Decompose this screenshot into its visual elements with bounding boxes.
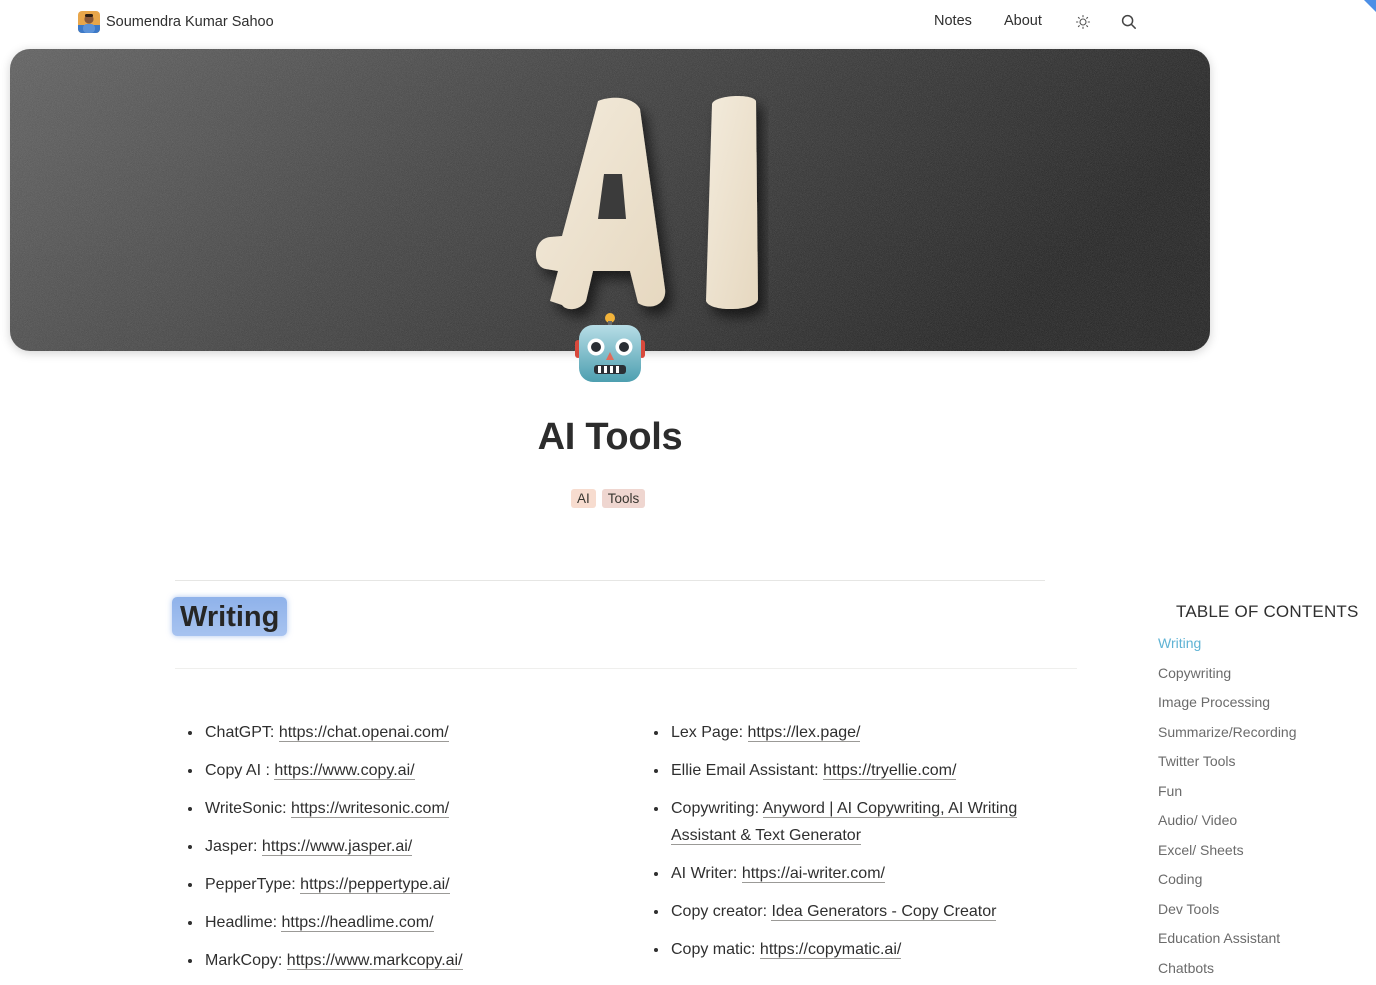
tag-list: AI Tools [571,489,645,508]
list-item: Lex Page: https://lex.page/ [669,719,1069,746]
search-icon[interactable] [1120,13,1138,31]
list-item: AI Writer: https://ai-writer.com/ [669,860,1069,887]
item-link[interactable]: https://copymatic.ai/ [760,941,901,959]
toc-item-copywriting[interactable]: Copywriting [1158,661,1297,691]
list-item: Copy AI : https://www.copy.ai/ [203,757,643,784]
nav-about-link[interactable]: About [1004,13,1042,29]
divider [175,580,1045,581]
item-link[interactable]: https://www.markcopy.ai/ [287,952,463,970]
list-item: PepperType: https://peppertype.ai/ [203,871,643,898]
item-link[interactable]: https://www.copy.ai/ [274,762,414,780]
item-label: Copy AI : [205,762,274,779]
list-item: MarkCopy: https://www.markcopy.ai/ [203,947,643,974]
toc-item-writing[interactable]: Writing [1158,631,1297,661]
item-label: Headlime: [205,914,281,931]
robot-face-icon[interactable] [574,310,646,386]
toc-item-excel-sheets[interactable]: Excel/ Sheets [1158,838,1297,868]
divider [175,668,1077,669]
sun-theme-toggle-icon[interactable] [1074,13,1092,31]
site-brand-link[interactable]: Soumendra Kumar Sahoo [78,11,274,33]
item-label: ChatGPT: [205,724,279,741]
toc-item-twitter-tools[interactable]: Twitter Tools [1158,749,1297,779]
site-name: Soumendra Kumar Sahoo [106,14,274,30]
item-label: Ellie Email Assistant: [671,762,823,779]
toc-item-fun[interactable]: Fun [1158,779,1297,809]
list-item: Jasper: https://www.jasper.ai/ [203,833,643,860]
item-label: Copy creator: [671,903,771,920]
toc-item-image-processing[interactable]: Image Processing [1158,690,1297,720]
list-item: Ellie Email Assistant: https://tryellie.… [669,757,1069,784]
list-item: Headlime: https://headlime.com/ [203,909,643,936]
item-link[interactable]: https://www.jasper.ai/ [262,838,412,856]
item-link[interactable]: Idea Generators - Copy Creator [771,903,996,921]
item-link[interactable]: https://chat.openai.com/ [279,724,449,742]
toc-item-summarize-recording[interactable]: Summarize/Recording [1158,720,1297,750]
item-label: Lex Page: [671,724,748,741]
item-link[interactable]: https://ai-writer.com/ [742,865,885,883]
toc-title: TABLE OF CONTENTS [1176,602,1359,622]
toc-item-coding[interactable]: Coding [1158,867,1297,897]
cover-image [10,49,1210,351]
toc-item-education-assistant[interactable]: Education Assistant [1158,926,1297,956]
list-item: Copywriting: Anyword | AI Copywriting, A… [669,795,1069,849]
nav-notes-link[interactable]: Notes [934,13,972,29]
item-link[interactable]: https://headlime.com/ [281,914,433,932]
corner-ribbon [1364,0,1376,12]
item-label: PepperType: [205,876,300,893]
item-link[interactable]: https://peppertype.ai/ [300,876,449,894]
page-title: AI Tools [0,416,1220,459]
item-link[interactable]: https://tryellie.com/ [823,762,956,780]
item-label: MarkCopy: [205,952,287,969]
list-item: WriteSonic: https://writesonic.com/ [203,795,643,822]
tool-list-right: Lex Page: https://lex.page/ Ellie Email … [642,719,1069,974]
tag-ai[interactable]: AI [571,489,596,508]
item-label: Copywriting: [671,800,763,817]
item-link[interactable]: https://writesonic.com/ [291,800,449,818]
tool-list-left: ChatGPT: https://chat.openai.com/ Copy A… [176,719,643,985]
toc-item-dev-tools[interactable]: Dev Tools [1158,897,1297,927]
item-label: AI Writer: [671,865,742,882]
list-item: Copy creator: Idea Generators - Copy Cre… [669,898,1069,925]
top-navigation: Soumendra Kumar Sahoo Notes About [0,0,1376,44]
list-item: ChatGPT: https://chat.openai.com/ [203,719,643,746]
cover-letter-i [706,96,758,309]
item-link[interactable]: https://lex.page/ [748,724,861,742]
table-of-contents: Writing Copywriting Image Processing Sum… [1158,631,1297,985]
item-label: WriteSonic: [205,800,291,817]
section-heading-writing: Writing [172,597,287,636]
avatar [78,11,100,33]
item-label: Jasper: [205,838,262,855]
tag-tools[interactable]: Tools [602,489,646,508]
list-item: Copy matic: https://copymatic.ai/ [669,936,1069,963]
item-label: Copy matic: [671,941,760,958]
toc-item-audio-video[interactable]: Audio/ Video [1158,808,1297,838]
